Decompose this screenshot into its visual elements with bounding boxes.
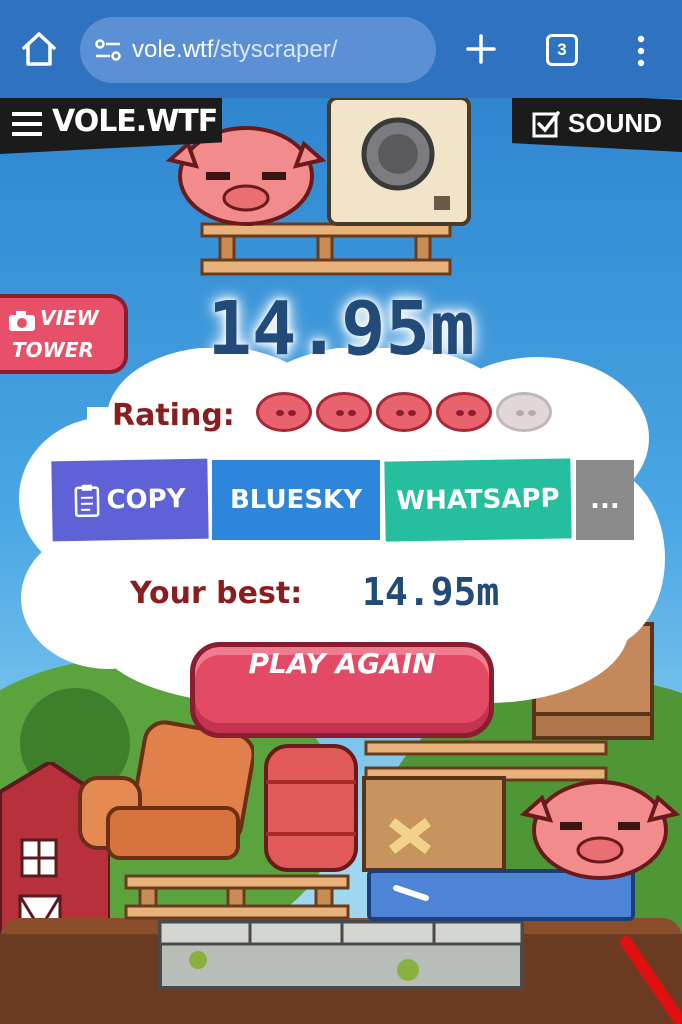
- browser-toolbar: vole.wtf/styscraper/ 3: [0, 0, 682, 98]
- game-canvas[interactable]: VOLE.WTF SOUND VIEW TOWER 14.95m Rating:: [0, 98, 682, 1024]
- rating-pig-icon: [316, 392, 372, 432]
- rating-pig-icon: [256, 392, 312, 432]
- tab-switcher-icon[interactable]: 3: [546, 34, 578, 66]
- rating-pig-icon: [376, 392, 432, 432]
- copy-label: COPY: [106, 484, 186, 516]
- sound-toggle-label[interactable]: SOUND: [568, 108, 662, 139]
- best-score-label: Your best:: [130, 576, 303, 611]
- wooden-pallet: [124, 874, 350, 920]
- copy-button[interactable]: COPY: [51, 458, 209, 542]
- rating-label: Rating:: [112, 398, 235, 433]
- more-menu-icon[interactable]: [628, 34, 654, 68]
- more-share-button[interactable]: ...: [576, 460, 634, 540]
- sound-checkbox-icon[interactable]: [532, 110, 560, 138]
- armchair: [78, 720, 254, 860]
- cardboard-box: [362, 776, 506, 872]
- rating-pig-icon-empty: [496, 392, 552, 432]
- rating-pig-icon: [436, 392, 492, 432]
- rating-pigs: [256, 392, 552, 432]
- red-barrel: [264, 744, 358, 872]
- play-again-button[interactable]: PLAY AGAIN: [190, 642, 494, 738]
- whatsapp-share-button[interactable]: WHATSAPP: [384, 458, 572, 542]
- more-share-label: ...: [590, 485, 620, 515]
- clipboard-icon: [75, 484, 100, 518]
- pig-character: [520, 780, 680, 880]
- offscreen-arrow-icon: [620, 936, 682, 1024]
- hamburger-menu-icon[interactable]: [12, 112, 42, 136]
- site-logo[interactable]: VOLE.WTF: [52, 104, 218, 139]
- washing-machine: [327, 98, 471, 226]
- wooden-pallet: [200, 222, 452, 276]
- whatsapp-label: WHATSAPP: [396, 483, 560, 517]
- new-tab-plus-icon[interactable]: [462, 30, 500, 68]
- bluesky-share-button[interactable]: BLUESKY: [212, 460, 380, 540]
- stone-foundation: [158, 920, 524, 990]
- best-score-value: 14.95m: [362, 570, 500, 614]
- home-icon[interactable]: [18, 28, 60, 70]
- url-host: vole.wtf: [132, 36, 214, 63]
- url-text: vole.wtf/styscraper/: [132, 36, 337, 64]
- url-path: /styscraper/: [213, 36, 338, 63]
- address-bar[interactable]: vole.wtf/styscraper/: [80, 17, 436, 83]
- tower-height: 14.95m: [207, 286, 475, 372]
- site-settings-icon[interactable]: [94, 39, 122, 61]
- play-again-label: PLAY AGAIN: [248, 647, 436, 680]
- bluesky-label: BLUESKY: [229, 485, 363, 515]
